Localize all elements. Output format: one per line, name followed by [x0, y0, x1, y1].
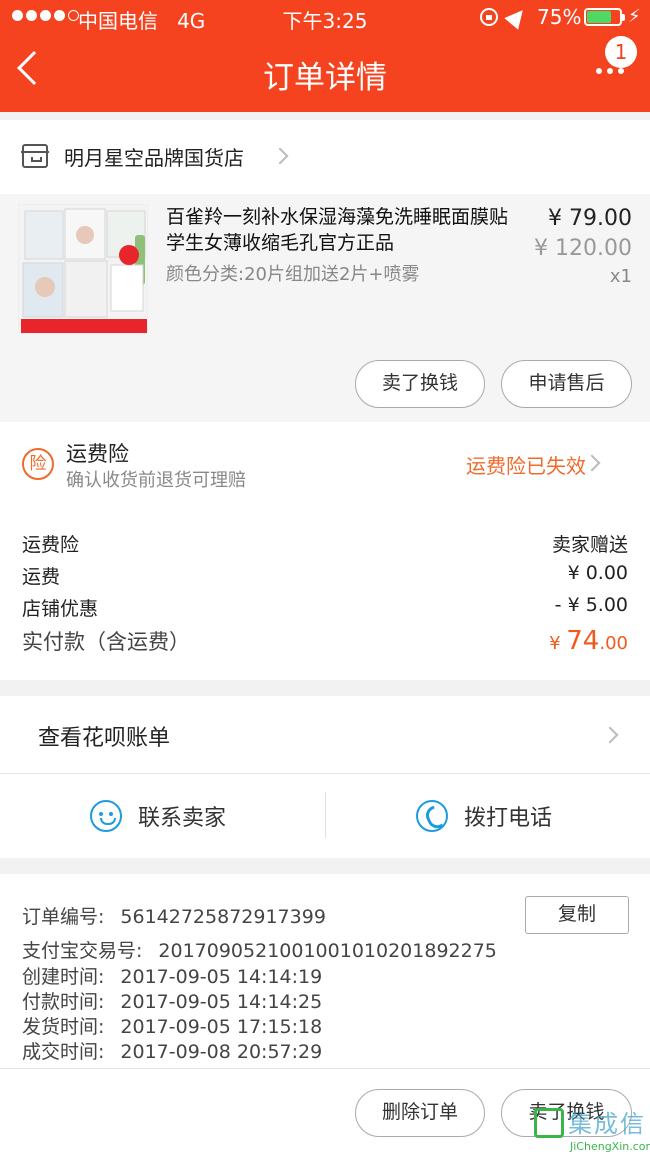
delete-order-button[interactable]: 删除订单: [355, 1089, 485, 1137]
shop-name: 明月星空品牌国货店: [64, 146, 244, 170]
chevron-right-icon: [271, 147, 289, 165]
shop-icon: [21, 144, 49, 168]
total-label: 实付款（含运费）: [22, 630, 190, 654]
product-price: ¥ 79.00: [548, 206, 632, 231]
alipay-trade-row: 支付宝交易号: 2017090521001001010201892275: [22, 940, 497, 962]
watermark-logo-icon: [534, 1108, 564, 1138]
insurance-title: 运费险: [66, 442, 129, 466]
fee-row: 店铺优惠 - ¥ 5.00: [22, 594, 628, 621]
huabei-bill-row[interactable]: 查看花呗账单: [0, 696, 650, 774]
completed-time-row: 成交时间: 2017-09-08 20:57:29: [22, 1041, 323, 1063]
watermark-url: JiChengXin.com: [570, 1140, 650, 1153]
product-title[interactable]: 百雀羚一刻补水保湿海藻免洗睡眠面膜贴学生女薄收缩毛孔官方正品: [166, 204, 516, 256]
battery-percent: 75%: [537, 5, 582, 29]
fee-label: 店铺优惠: [22, 598, 99, 620]
chat-smile-icon: [90, 800, 122, 832]
paid-time-row: 付款时间: 2017-09-05 14:14:25: [22, 991, 323, 1013]
product-card[interactable]: 百雀羚一刻补水保湿海藻免洗睡眠面膜贴学生女薄收缩毛孔官方正品 颜色分类:20片组…: [0, 194, 650, 422]
alipay-trade-number: 2017090521001001010201892275: [158, 940, 497, 962]
rotation-lock-icon: [480, 8, 498, 26]
contact-seller-label: 联系卖家: [138, 806, 227, 831]
contact-seller-button[interactable]: 联系卖家: [90, 774, 226, 858]
fee-row: 运费险 卖家赠送: [22, 530, 628, 557]
product-thumbnail: [18, 204, 148, 334]
insurance-icon: 险: [22, 448, 54, 480]
fee-value: ¥ 0.00: [567, 562, 628, 584]
divider: [325, 792, 326, 838]
shop-row[interactable]: 明月星空品牌国货店: [0, 120, 650, 194]
order-number: 56142725872917399: [120, 906, 326, 928]
chevron-right-icon: [583, 454, 601, 472]
product-sku: 颜色分类:20片组加送2片+喷雾: [166, 264, 420, 285]
battery-icon: [584, 8, 625, 26]
insurance-status-link[interactable]: 运费险已失效: [466, 450, 586, 479]
phone-icon: [416, 800, 448, 832]
watermark-text: 集成信: [568, 1110, 646, 1138]
page-title: 订单详情: [263, 60, 387, 96]
nav-bar: 订单详情 1: [0, 34, 650, 112]
more-icon[interactable]: [596, 68, 624, 74]
fee-value: - ¥ 5.00: [554, 594, 628, 616]
fee-value: 卖家赠送: [551, 534, 628, 556]
call-phone-button[interactable]: 拨打电话: [416, 774, 552, 858]
call-phone-label: 拨打电话: [464, 806, 553, 831]
total-row: 实付款（含运费） ¥ 74.00: [22, 626, 628, 656]
insurance-subtitle: 确认收货前退货可理赔: [66, 470, 246, 491]
product-quantity: x1: [609, 266, 632, 287]
huabei-bill-label: 查看花呗账单: [38, 726, 171, 751]
shipped-time-row: 发货时间: 2017-09-05 17:15:18: [22, 1016, 323, 1038]
watermark: 集成信 JiChengXin.com: [534, 1104, 650, 1156]
copy-button[interactable]: 复制: [525, 896, 629, 934]
total-amount: ¥ 74.00: [549, 626, 628, 656]
created-time-row: 创建时间: 2017-09-05 14:14:19: [22, 966, 323, 988]
charging-icon: ⚡: [628, 6, 641, 27]
message-badge: 1: [605, 36, 637, 68]
order-number-row: 订单编号: 56142725872917399: [22, 906, 326, 928]
fee-row: 运费 ¥ 0.00: [22, 562, 628, 589]
insurance-section: 险 运费险 确认收货前退货可理赔 运费险已失效 运费险 卖家赠送 运费 ¥ 0.…: [0, 422, 650, 680]
order-info-section: 订单编号: 56142725872917399 复制 支付宝交易号: 2017090…: [0, 874, 650, 1068]
status-bar: 中国电信 4G 下午3:25 75% ⚡: [0, 0, 650, 34]
product-original-price: ¥ 120.00: [534, 236, 632, 261]
header-bar: 中国电信 4G 下午3:25 75% ⚡ 订单详情 1: [0, 0, 650, 112]
contact-bar: 联系卖家 拨打电话: [0, 774, 650, 858]
apply-after-sale-button[interactable]: 申请售后: [501, 360, 632, 408]
sell-for-cash-button[interactable]: 卖了换钱: [355, 360, 485, 408]
chevron-right-icon: [601, 726, 619, 744]
fee-label: 运费险: [22, 534, 80, 556]
fee-label: 运费: [22, 566, 61, 588]
